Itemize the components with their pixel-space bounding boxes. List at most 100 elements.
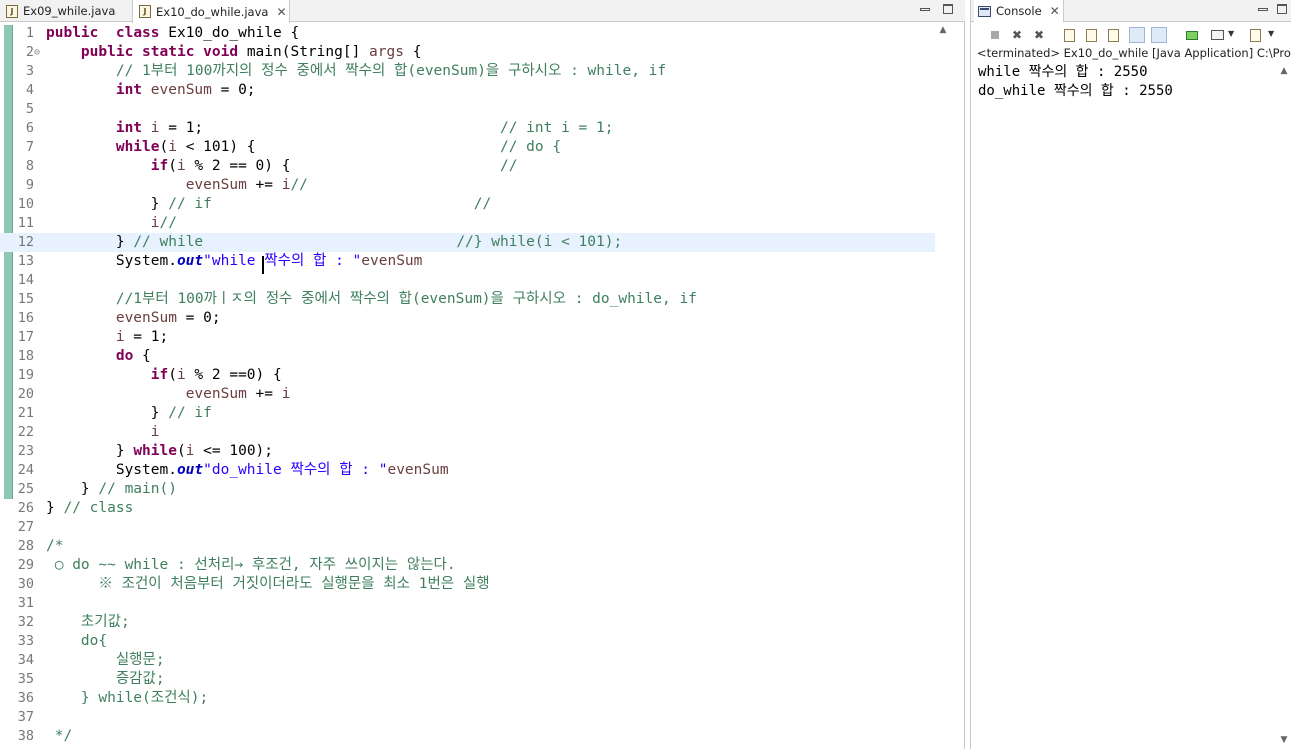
java-file-icon: J bbox=[6, 4, 18, 18]
code-text: if(i % 2 == 0) { // bbox=[150, 158, 518, 174]
editor-pane: J Ex09_while.java J Ex10_do_while.java ✕… bbox=[0, 0, 965, 749]
code-text: } while(조건식); bbox=[46, 690, 209, 706]
console-output[interactable]: while 짝수의 합 : 2550 do_while 짝수의 합 : 2550 bbox=[971, 63, 1276, 749]
minimize-button[interactable] bbox=[1256, 3, 1270, 17]
code-line[interactable]: 30 ※ 조건이 처음부터 거짓이더라도 실행문을 최소 1번은 실행 bbox=[0, 575, 935, 594]
line-number: 10 bbox=[17, 196, 34, 212]
code-line[interactable]: 18 do { bbox=[0, 347, 935, 366]
maximize-button[interactable] bbox=[941, 3, 955, 17]
code-editor[interactable]: 1 public class Ex10_do_while {2 ⊖ public s… bbox=[0, 23, 950, 749]
code-text: ○ do ~~ while : 선처리→ 후조건, 자주 쓰이지는 않는다. bbox=[46, 557, 456, 573]
code-line[interactable]: 36 } while(조건식); bbox=[0, 689, 935, 708]
close-icon[interactable]: ✕ bbox=[1050, 4, 1060, 18]
code-line[interactable]: 33 do{ bbox=[0, 632, 935, 651]
line-number: 18 bbox=[17, 348, 34, 364]
java-file-icon: J bbox=[139, 5, 151, 18]
code-line[interactable]: 21 } // if bbox=[0, 404, 935, 423]
code-line[interactable]: 35 증감값; bbox=[0, 670, 935, 689]
code-line[interactable]: 15 //1부터 100까ㅣㅈ의 정수 중에서 짝수의 합(evenSum)을 … bbox=[0, 290, 935, 309]
terminate-icon[interactable] bbox=[987, 27, 1003, 43]
remove-launch-icon[interactable]: ✖ bbox=[1009, 27, 1025, 43]
close-icon[interactable]: ✕ bbox=[276, 5, 286, 19]
code-text: // 1부터 100까지의 정수 중에서 짝수의 합(evenSum)을 구하시… bbox=[115, 63, 667, 79]
tab-label: Ex09_while.java bbox=[23, 4, 116, 18]
fold-toggle-icon[interactable]: ⊖ bbox=[34, 43, 40, 62]
code-line[interactable]: 14 bbox=[0, 271, 935, 290]
code-line[interactable]: 6 int i = 1; // int i = 1; bbox=[0, 119, 935, 138]
code-line[interactable]: 5 bbox=[0, 100, 935, 119]
chevron-down-icon[interactable]: ▼ bbox=[1268, 29, 1274, 38]
chevron-down-icon[interactable]: ▼ bbox=[1228, 29, 1234, 38]
code-line[interactable]: 10 } // if // bbox=[0, 195, 935, 214]
line-number: 17 bbox=[17, 329, 34, 345]
tab-ex09-while[interactable]: J Ex09_while.java bbox=[0, 0, 130, 22]
code-line[interactable]: 38 */ bbox=[0, 727, 935, 746]
code-text: } // if bbox=[46, 405, 212, 421]
code-line[interactable]: 7 while(i < 101) { // do { bbox=[0, 138, 935, 157]
code-line[interactable]: 25 } // main() bbox=[0, 480, 935, 499]
code-line[interactable]: 17 i = 1; bbox=[0, 328, 935, 347]
line-number: 33 bbox=[17, 633, 34, 649]
code-line[interactable]: 29 ○ do ~~ while : 선처리→ 후조건, 자주 쓰이지는 않는다… bbox=[0, 556, 935, 575]
code-text: i bbox=[150, 424, 160, 440]
pin-console-icon[interactable] bbox=[1183, 27, 1199, 43]
show-on-stderr-icon[interactable] bbox=[1151, 27, 1167, 43]
scroll-up-icon[interactable]: ▲ bbox=[1278, 66, 1290, 78]
minimize-button[interactable] bbox=[918, 3, 932, 17]
tab-console[interactable]: Console ✕ bbox=[974, 0, 1064, 22]
line-number: 11 bbox=[17, 215, 34, 231]
console-tabbar: Console ✕ bbox=[971, 0, 1291, 22]
line-number: 30 bbox=[17, 576, 34, 592]
code-line[interactable]: 16 evenSum = 0; bbox=[0, 309, 935, 328]
code-line[interactable]: 13 System.out"while 짝수의 합 : "evenSum bbox=[0, 252, 935, 271]
code-line[interactable]: 1 public class Ex10_do_while { bbox=[0, 24, 935, 43]
clear-console-icon[interactable] bbox=[1061, 27, 1077, 43]
code-line[interactable]: 19 if(i % 2 ==0) { bbox=[0, 366, 935, 385]
code-line[interactable]: 9 evenSum += i// bbox=[0, 176, 935, 195]
scroll-down-icon[interactable]: ▼ bbox=[1278, 735, 1290, 747]
console-toolbar: ✖ ✖ ▼ ▼ bbox=[971, 24, 1291, 46]
code-line[interactable]: 20 evenSum += i bbox=[0, 385, 935, 404]
code-line[interactable]: 31 bbox=[0, 594, 935, 613]
tab-label: Ex10_do_while.java bbox=[156, 4, 269, 19]
code-line[interactable]: 12 } // while //} while(i < 101); bbox=[0, 233, 935, 252]
line-number: 9 bbox=[25, 177, 34, 193]
code-line[interactable]: 3 // 1부터 100까지의 정수 중에서 짝수의 합(evenSum)을 구… bbox=[0, 62, 935, 81]
code-line[interactable]: 4 int evenSum = 0; bbox=[0, 81, 935, 100]
line-number: 12 bbox=[17, 234, 34, 250]
code-line[interactable]: 8 if(i % 2 == 0) { // bbox=[0, 157, 935, 176]
maximize-button[interactable] bbox=[1275, 3, 1289, 17]
console-vertical-scrollbar[interactable] bbox=[1276, 63, 1291, 749]
scroll-lock-icon[interactable] bbox=[1083, 27, 1099, 43]
line-number: 34 bbox=[17, 652, 34, 668]
line-number: 36 bbox=[17, 690, 34, 706]
code-text: int i = 1; // int i = 1; bbox=[115, 120, 614, 136]
code-line[interactable]: 23 } while(i <= 100); bbox=[0, 442, 935, 461]
display-selected-console-icon[interactable] bbox=[1209, 27, 1225, 43]
line-number: 25 bbox=[17, 481, 34, 497]
line-number: 2 bbox=[25, 44, 34, 60]
code-line[interactable]: 11 i// bbox=[0, 214, 935, 233]
show-on-stdout-icon[interactable] bbox=[1129, 27, 1145, 43]
scroll-up-icon[interactable]: ▲ bbox=[937, 25, 949, 37]
editor-vertical-scrollbar[interactable] bbox=[936, 23, 950, 749]
tab-ex10-do-while[interactable]: J Ex10_do_while.java ✕ bbox=[132, 0, 290, 23]
open-console-icon[interactable] bbox=[1247, 27, 1263, 43]
code-line[interactable]: 24 System.out"do_while 짝수의 합 : "evenSum bbox=[0, 461, 935, 480]
line-number: 21 bbox=[17, 405, 34, 421]
word-wrap-icon[interactable] bbox=[1105, 27, 1121, 43]
code-line[interactable]: 37 bbox=[0, 708, 935, 727]
code-line[interactable]: 22 i bbox=[0, 423, 935, 442]
maximize-icon bbox=[943, 4, 953, 14]
code-line[interactable]: 2 ⊖ public static void main(String[] args… bbox=[0, 43, 935, 62]
code-line[interactable]: 26} // class bbox=[0, 499, 935, 518]
line-number: 4 bbox=[25, 82, 34, 98]
line-number: 20 bbox=[17, 386, 34, 402]
remove-all-terminated-icon[interactable]: ✖ bbox=[1031, 27, 1047, 43]
code-line[interactable]: 32 초기값; bbox=[0, 613, 935, 632]
line-number: 6 bbox=[25, 120, 34, 136]
code-line[interactable]: 27 bbox=[0, 518, 935, 537]
console-icon bbox=[978, 5, 991, 17]
code-line[interactable]: 28 /* bbox=[0, 537, 935, 556]
code-line[interactable]: 34 실행문; bbox=[0, 651, 935, 670]
